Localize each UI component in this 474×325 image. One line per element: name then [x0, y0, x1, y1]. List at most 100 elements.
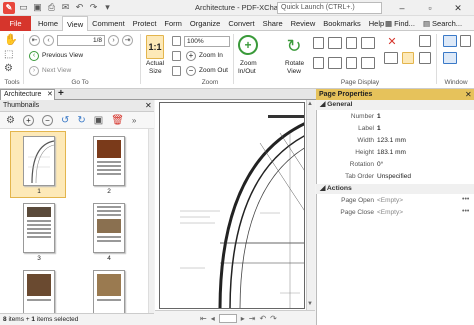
zoom-in-out-label-2[interactable]: In/Out: [238, 68, 256, 75]
crop-icon[interactable]: [384, 52, 398, 64]
nav-last-icon[interactable]: ⇥: [249, 314, 256, 323]
zoom-out-thumb-icon[interactable]: −: [41, 114, 53, 126]
nav-first-icon[interactable]: ⇤: [200, 314, 207, 323]
prop-tab-order-value[interactable]: Unspecified: [377, 173, 411, 180]
tab-home[interactable]: Home: [34, 16, 62, 31]
nav-forward-icon[interactable]: ↷: [270, 314, 277, 323]
undo-icon[interactable]: ↶: [74, 2, 85, 13]
scroll-up-icon[interactable]: ▲: [307, 101, 313, 107]
save-icon[interactable]: ▣: [32, 2, 43, 13]
fit-visible-icon[interactable]: [172, 66, 181, 76]
nav-back-icon[interactable]: ↶: [259, 314, 266, 323]
maximize-button[interactable]: ▫: [416, 1, 444, 15]
ruler-icon[interactable]: [419, 35, 431, 47]
prop-rotation-value[interactable]: 0°: [377, 161, 383, 168]
actual-size-label-2[interactable]: Size: [149, 68, 162, 75]
tab-comment[interactable]: Comment: [88, 16, 129, 31]
zoom-in-thumb-icon[interactable]: +: [22, 114, 34, 126]
page-open-value[interactable]: <Empty>: [377, 197, 403, 204]
split-view-icon[interactable]: [313, 57, 324, 69]
delete-page-icon[interactable]: 🗑: [111, 115, 124, 126]
grid-view-icon[interactable]: [402, 52, 414, 64]
tab-protect[interactable]: Protect: [129, 16, 161, 31]
next-view-icon[interactable]: ›: [29, 66, 39, 76]
folder-icon[interactable]: ▭: [18, 2, 29, 13]
rotate-view-label-1[interactable]: Rotate: [285, 60, 304, 67]
facing-pages-icon[interactable]: [328, 37, 342, 49]
thumbnail-page-5[interactable]: [10, 265, 66, 313]
options-icon[interactable]: ⚙: [6, 115, 15, 126]
page-layout-icon[interactable]: [328, 57, 342, 69]
rotate-left-icon[interactable]: ↺: [61, 115, 69, 126]
grid-icon[interactable]: [419, 52, 431, 64]
panel-close-icon[interactable]: ✕: [145, 101, 152, 110]
thumbnails-scrollbar[interactable]: [148, 129, 154, 313]
continuous-facing-icon[interactable]: [361, 37, 375, 49]
tab-organize[interactable]: Organize: [186, 16, 224, 31]
previous-view-button[interactable]: Previous View: [42, 52, 83, 59]
tab-form[interactable]: Form: [160, 16, 186, 31]
zoom-in-out-label-1[interactable]: Zoom: [240, 60, 257, 67]
page-number-field[interactable]: 1/8: [57, 35, 105, 46]
scroll-down-icon[interactable]: ▼: [307, 301, 313, 307]
hand-tool-icon[interactable]: ✋: [4, 34, 18, 47]
zoom-level-field[interactable]: 100%: [184, 36, 230, 47]
nav-next-icon[interactable]: ▸: [241, 314, 245, 323]
search-button[interactable]: ▤ Search...: [423, 19, 462, 28]
page-open-more-button[interactable]: •••: [462, 196, 469, 203]
previous-view-icon[interactable]: ‹: [29, 51, 39, 61]
tab-bookmarks[interactable]: Bookmarks: [319, 16, 365, 31]
customize-icon[interactable]: ▾: [102, 2, 113, 13]
last-page-icon[interactable]: ⇥: [122, 35, 133, 46]
actual-size-label-1[interactable]: Actual: [146, 60, 164, 67]
print-icon[interactable]: ⎙: [46, 2, 57, 13]
zoom-in-button[interactable]: Zoom In: [199, 52, 223, 59]
close-button[interactable]: ✕: [444, 1, 472, 15]
page-close-value[interactable]: <Empty>: [377, 209, 403, 216]
page-arrange-icon[interactable]: ✕: [382, 35, 402, 49]
prop-label-value[interactable]: 1: [377, 125, 381, 132]
tab-view[interactable]: View: [62, 16, 89, 31]
insert-page-icon[interactable]: ▣: [94, 115, 103, 126]
rotate-right-icon[interactable]: ↻: [77, 115, 85, 126]
rtl-icon[interactable]: [361, 57, 375, 69]
thumbnail-page-2[interactable]: 2: [80, 131, 136, 198]
tab-review[interactable]: Review: [287, 16, 320, 31]
thumbnail-page-6[interactable]: [80, 265, 136, 313]
next-page-icon[interactable]: ›: [108, 35, 119, 46]
nav-page-box[interactable]: [218, 313, 237, 323]
file-menu-button[interactable]: File: [0, 16, 31, 31]
tab-close-icon[interactable]: ✕: [47, 90, 53, 98]
general-section-header[interactable]: ◢ General: [316, 100, 474, 110]
minimize-button[interactable]: –: [388, 1, 416, 15]
redo-icon[interactable]: ↷: [88, 2, 99, 13]
window-tile-icon[interactable]: [443, 35, 457, 47]
thumbnail-page-4[interactable]: 4: [80, 198, 136, 265]
nav-prev-icon[interactable]: ◂: [211, 314, 215, 323]
fit-width-icon[interactable]: [172, 51, 181, 61]
single-page-icon[interactable]: [313, 37, 324, 49]
actions-section-header[interactable]: ◢ Actions: [316, 184, 474, 194]
thumbnail-page-1[interactable]: 1: [10, 131, 66, 198]
tab-convert[interactable]: Convert: [224, 16, 258, 31]
more-icon[interactable]: »: [132, 116, 136, 125]
mail-icon[interactable]: ✉: [60, 2, 71, 13]
thumbnail-page-3[interactable]: 3: [10, 198, 66, 265]
select-tool-icon[interactable]: ⬚: [4, 49, 16, 61]
fit-page-icon[interactable]: [172, 36, 181, 46]
snapshot-tool-icon[interactable]: ⚙: [4, 63, 16, 75]
window-cascade-icon[interactable]: [443, 52, 457, 64]
zoom-out-button[interactable]: Zoom Out: [199, 67, 228, 74]
previous-page-icon[interactable]: ‹: [43, 35, 54, 46]
next-view-button[interactable]: Next View: [42, 67, 71, 74]
quick-launch-input[interactable]: Quick Launch (CTRL+.): [277, 2, 382, 14]
rotate-view-label-2[interactable]: View: [287, 68, 301, 75]
tab-share[interactable]: Share: [259, 16, 287, 31]
find-button[interactable]: ▦ Find...: [385, 19, 415, 28]
continuous-icon[interactable]: [346, 37, 357, 49]
window-split-icon[interactable]: [460, 35, 471, 47]
first-page-icon[interactable]: ⇤: [29, 35, 40, 46]
cover-page-icon[interactable]: [346, 57, 357, 69]
new-tab-icon[interactable]: +: [58, 88, 64, 99]
properties-close-icon[interactable]: ✕: [465, 90, 472, 99]
